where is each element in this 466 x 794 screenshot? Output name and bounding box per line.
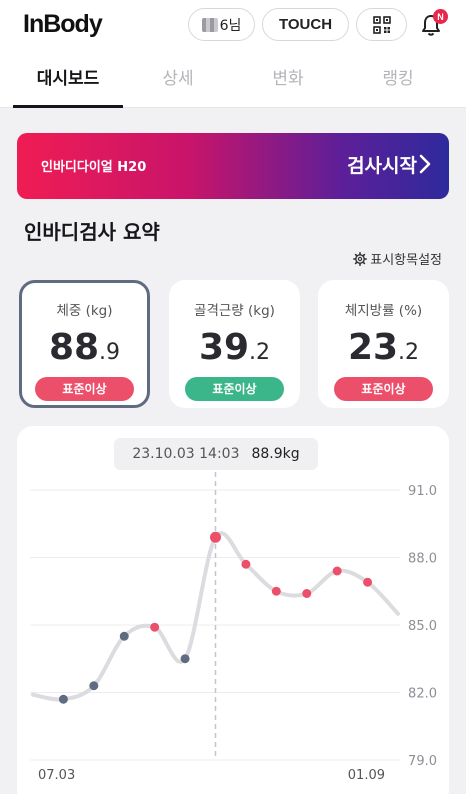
data-point <box>302 589 312 598</box>
x-tick-label: 07.03 <box>38 768 75 783</box>
data-point <box>332 566 342 576</box>
data-point <box>241 559 251 569</box>
y-tick-label: 85.0 <box>408 619 437 634</box>
data-point <box>119 631 129 641</box>
tooltip-date: 23.10.03 14:03 <box>132 446 240 462</box>
y-tick-label: 82.0 <box>408 687 437 702</box>
data-point <box>210 531 221 543</box>
data-point <box>180 654 190 664</box>
data-point <box>271 586 281 596</box>
tooltip-value: 88.9kg <box>251 446 300 462</box>
y-tick-label: 91.0 <box>408 484 437 499</box>
y-tick-label: 79.0 <box>408 754 437 769</box>
data-point <box>58 694 68 704</box>
chart-tooltip: 23.10.03 14:03 88.9kg <box>114 438 318 470</box>
y-tick-label: 88.0 <box>408 552 437 567</box>
data-point <box>363 577 373 587</box>
data-point <box>89 681 99 691</box>
weight-chart[interactable]: 91.0 88.0 85.0 82.0 79.0 07.03 01.09 <box>0 0 466 794</box>
x-tick-label: 01.09 <box>348 768 385 783</box>
data-point <box>150 622 160 632</box>
